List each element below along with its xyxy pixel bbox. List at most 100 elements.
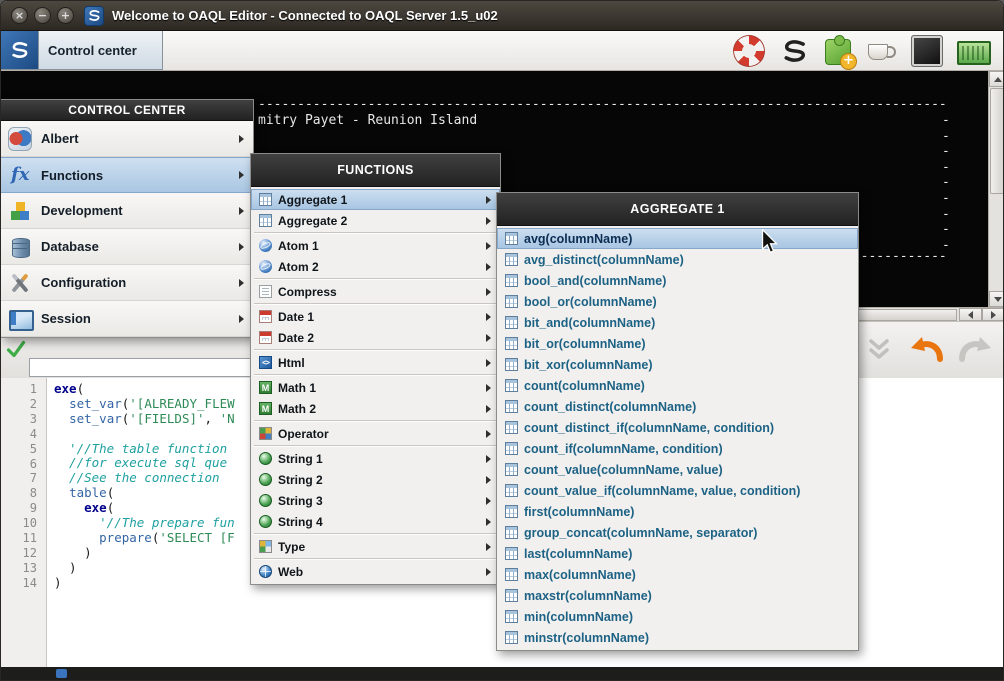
line-number: 12 (1, 546, 46, 561)
menu-item-date-2[interactable]: Date 2 (251, 327, 500, 348)
submenu-arrow-icon (486, 196, 491, 204)
menu-item-atom-2[interactable]: Atom 2 (251, 256, 500, 277)
menu-item-html[interactable]: Html (251, 352, 500, 373)
scroll-right-button[interactable] (982, 308, 1004, 321)
submenu-arrow-icon (486, 430, 491, 438)
submenu-arrow-icon (239, 135, 244, 143)
submenu-arrow-icon (486, 359, 491, 367)
maximize-button[interactable]: + (57, 7, 74, 24)
menu-item-label: Atom 1 (278, 239, 319, 253)
menu-item-date-1[interactable]: Date 1 (251, 306, 500, 327)
menu-item-count-distinct-if-columnname-condition[interactable]: count_distinct_if(columnName, condition) (497, 417, 858, 438)
type-grid-icon (259, 540, 272, 553)
menu-item-aggregate-1[interactable]: Aggregate 1 (251, 189, 500, 210)
vertical-scroll-thumb[interactable] (990, 88, 1004, 194)
scroll-up-button[interactable] (989, 71, 1004, 87)
menu-item-count-value-if-columnname-value-condition[interactable]: count_value_if(columnName, value, condit… (497, 480, 858, 501)
functions-menu-items: Aggregate 1 Aggregate 2 Atom 1 Atom 2 Compre… (251, 187, 500, 584)
redo-button[interactable] (952, 328, 997, 372)
close-button[interactable]: × (11, 7, 28, 24)
control-center-items: AlbertFunctionsDevelopmentDatabaseConfig… (1, 121, 253, 337)
menu-item-max-columnname[interactable]: max(columnName) (497, 564, 858, 585)
calendar-icon (259, 310, 272, 323)
menu-item-database[interactable]: Database (1, 229, 253, 265)
oaql-logo-icon[interactable] (779, 35, 811, 67)
menu-item-type[interactable]: Type (251, 536, 500, 557)
control-center-button[interactable]: Control center (1, 31, 163, 70)
coffee-break-icon[interactable] (865, 35, 897, 67)
menu-item-label: count_distinct_if(columnName, condition) (524, 421, 774, 435)
status-bar (1, 667, 1004, 680)
menu-item-label: Type (278, 540, 305, 554)
help-lifebuoy-icon[interactable] (733, 35, 765, 67)
menu-item-string-2[interactable]: String 2 (251, 469, 500, 490)
menu-separator (251, 419, 500, 423)
menu-item-label: count_value(columnName, value) (524, 463, 723, 477)
string-globe-icon (259, 494, 272, 507)
editor-toolbar-field[interactable] (29, 358, 255, 377)
menu-item-avg-columnname[interactable]: avg(columnName) (497, 228, 858, 249)
menu-item-group-concat-columnname-separator[interactable]: group_concat(columnName, separator) (497, 522, 858, 543)
menu-item-min-columnname[interactable]: min(columnName) (497, 606, 858, 627)
menu-item-bit-or-columnname[interactable]: bit_or(columnName) (497, 333, 858, 354)
undo-button[interactable] (904, 328, 949, 372)
menu-item-bit-xor-columnname[interactable]: bit_xor(columnName) (497, 354, 858, 375)
albert-brain-icon (8, 127, 32, 151)
menu-separator (251, 532, 500, 536)
submenu-arrow-icon (486, 455, 491, 463)
menu-separator (251, 348, 500, 352)
menu-item-math-1[interactable]: Math 1 (251, 377, 500, 398)
configuration-tools-icon (8, 271, 32, 295)
atom-icon (259, 239, 272, 252)
table-icon (505, 295, 518, 308)
menu-item-string-4[interactable]: String 4 (251, 511, 500, 532)
menu-item-bit-and-columnname[interactable]: bit_and(columnName) (497, 312, 858, 333)
menu-item-label: Web (278, 565, 303, 579)
menu-item-bool-and-columnname[interactable]: bool_and(columnName) (497, 270, 858, 291)
line-number: 7 (1, 471, 46, 486)
menu-item-maxstr-columnname[interactable]: maxstr(columnName) (497, 585, 858, 606)
collapse-all-button[interactable] (856, 328, 901, 372)
menu-item-albert[interactable]: Albert (1, 121, 253, 157)
menu-item-web[interactable]: Web (251, 561, 500, 582)
menu-item-math-2[interactable]: Math 2 (251, 398, 500, 419)
console-vertical-scrollbar[interactable] (988, 71, 1004, 307)
menu-item-label: maxstr(columnName) (524, 589, 652, 603)
menu-item-string-3[interactable]: String 3 (251, 490, 500, 511)
menu-item-compress[interactable]: Compress (251, 281, 500, 302)
menu-item-label: Math 2 (278, 402, 316, 416)
menu-item-minstr-columnname[interactable]: minstr(columnName) (497, 627, 858, 648)
menu-item-label: Operator (278, 427, 329, 441)
line-number: 3 (1, 412, 46, 427)
memory-chip-icon[interactable] (957, 41, 991, 65)
menu-item-operator[interactable]: Operator (251, 423, 500, 444)
menu-item-functions[interactable]: Functions (1, 157, 253, 193)
menu-item-count-columnname[interactable]: count(columnName) (497, 375, 858, 396)
menu-item-label: count_value_if(columnName, value, condit… (524, 484, 800, 498)
minimize-button[interactable]: − (34, 7, 51, 24)
menu-item-session[interactable]: Session (1, 301, 253, 337)
menu-item-atom-1[interactable]: Atom 1 (251, 235, 500, 256)
menu-item-configuration[interactable]: Configuration (1, 265, 253, 301)
line-number: 13 (1, 561, 46, 576)
scroll-down-button[interactable] (989, 291, 1004, 307)
menu-item-label: last(columnName) (524, 547, 632, 561)
menu-item-count-distinct-columnname[interactable]: count_distinct(columnName) (497, 396, 858, 417)
menu-item-label: avg_distinct(columnName) (524, 253, 684, 267)
menu-item-label: Aggregate 1 (278, 193, 347, 207)
menu-item-count-if-columnname-condition[interactable]: count_if(columnName, condition) (497, 438, 858, 459)
menu-item-avg-distinct-columnname[interactable]: avg_distinct(columnName) (497, 249, 858, 270)
menu-item-first-columnname[interactable]: first(columnName) (497, 501, 858, 522)
scroll-left-button[interactable] (959, 308, 982, 321)
menu-item-last-columnname[interactable]: last(columnName) (497, 543, 858, 564)
table-icon (505, 274, 518, 287)
menu-item-development[interactable]: Development (1, 193, 253, 229)
menu-item-bool-or-columnname[interactable]: bool_or(columnName) (497, 291, 858, 312)
menu-item-label: minstr(columnName) (524, 631, 649, 645)
menu-item-string-1[interactable]: String 1 (251, 448, 500, 469)
submenu-arrow-icon (486, 263, 491, 271)
terminal-icon[interactable] (911, 35, 943, 67)
menu-item-count-value-columnname-value[interactable]: count_value(columnName, value) (497, 459, 858, 480)
plugin-add-icon[interactable] (825, 39, 851, 65)
menu-item-aggregate-2[interactable]: Aggregate 2 (251, 210, 500, 231)
